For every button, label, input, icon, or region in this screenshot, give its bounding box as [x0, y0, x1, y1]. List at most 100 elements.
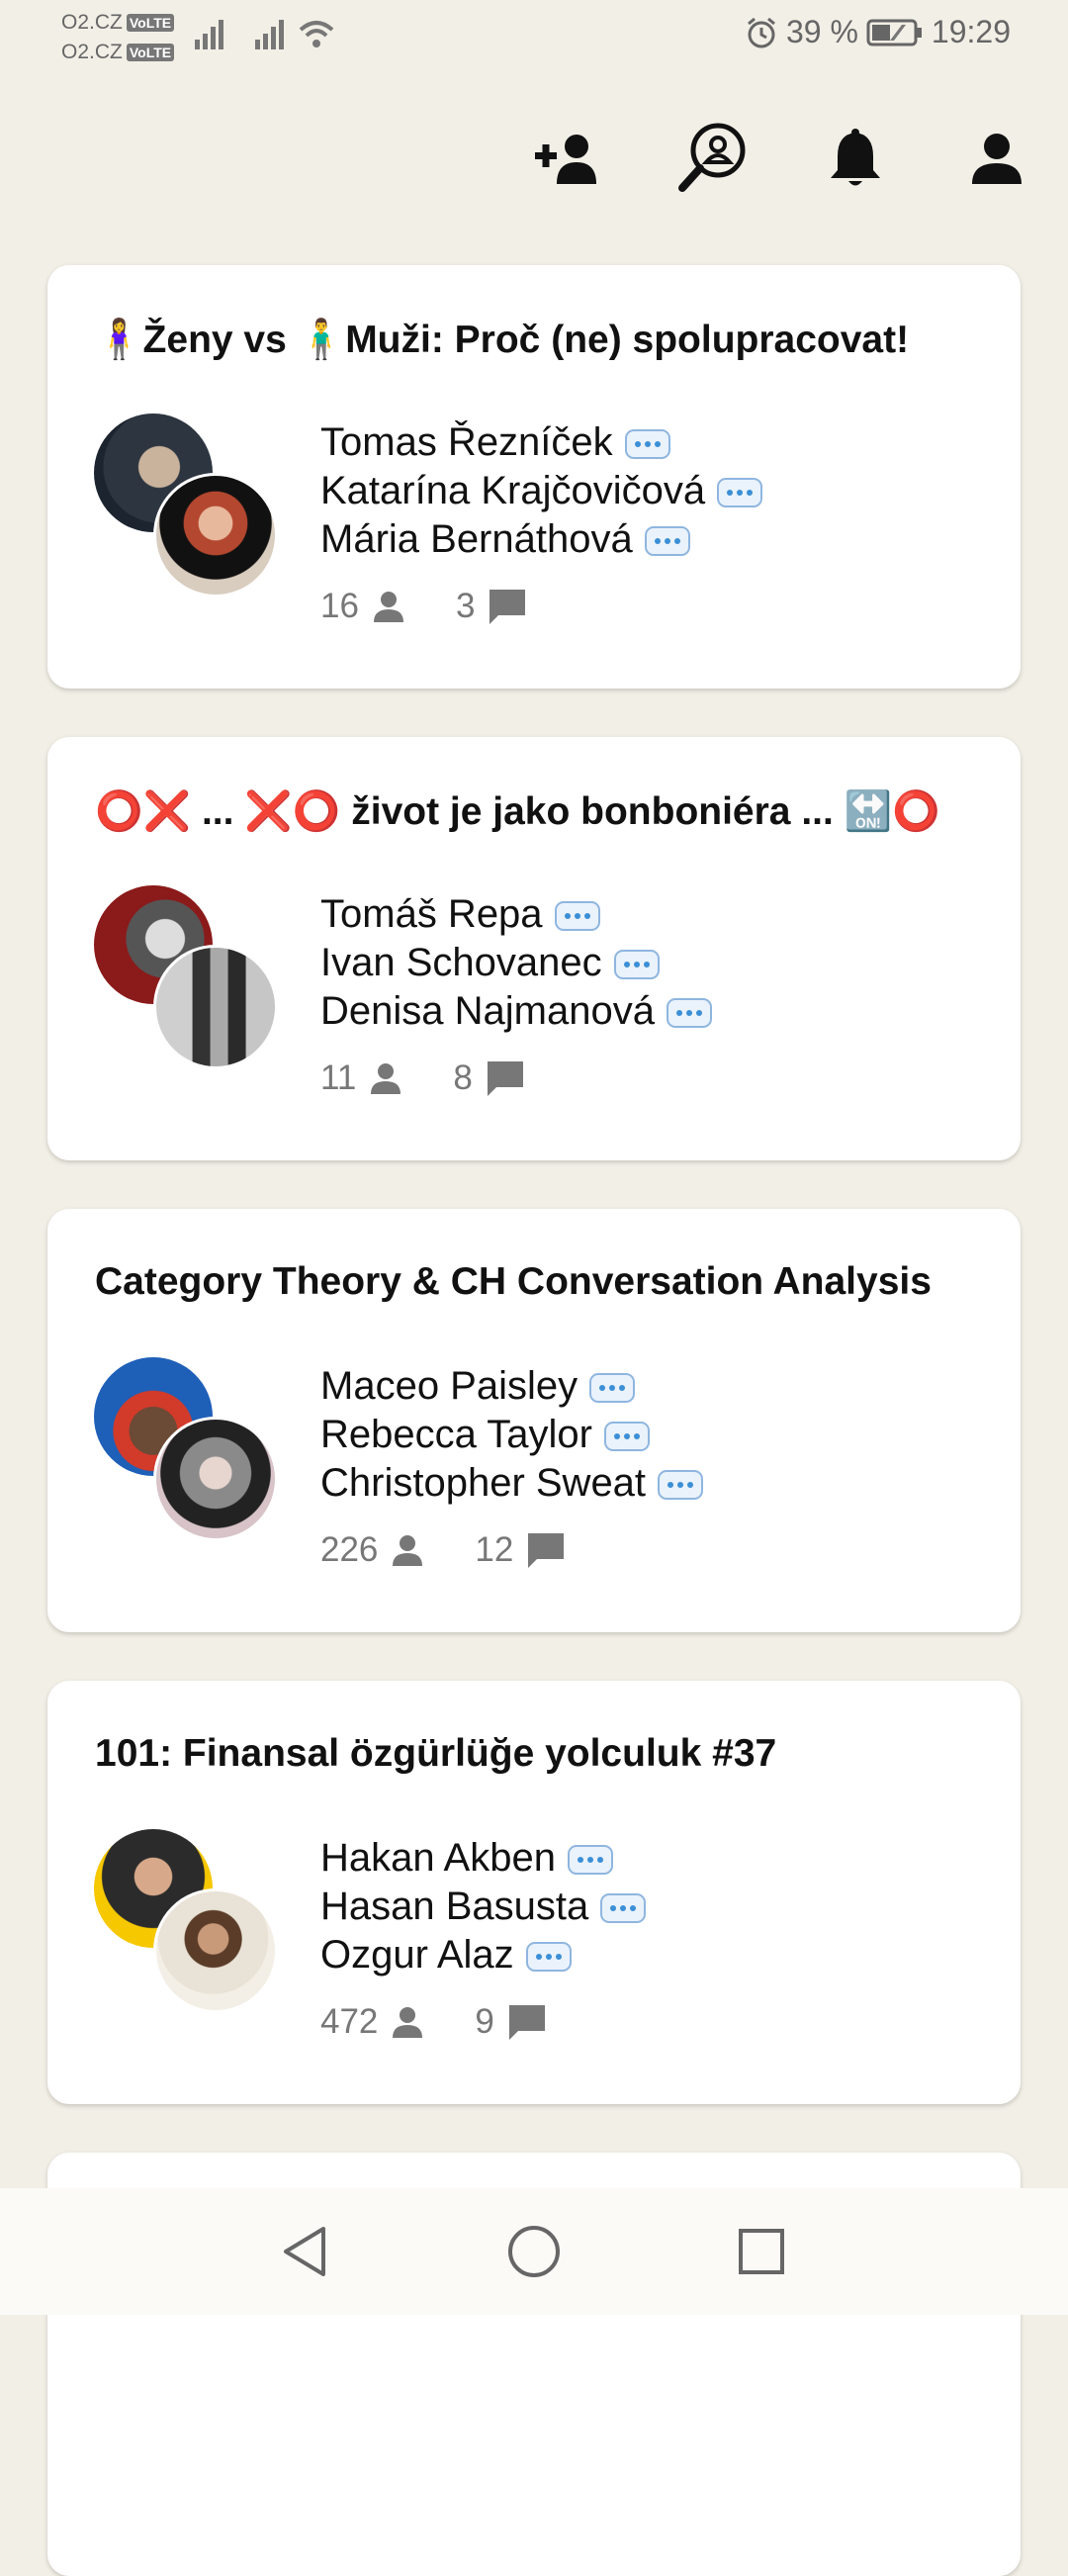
speech-bubble-icon: [589, 1370, 636, 1404]
speaker-name-row: Denisa Najmanová: [320, 987, 712, 1036]
speaker-name-row: Hasan Basusta: [320, 1883, 647, 1931]
notifications-button[interactable]: [816, 119, 895, 198]
speaker-list: Maceo Paisley Rebecca Taylor Christopher…: [320, 1362, 704, 1508]
profile-button[interactable]: [957, 119, 1036, 198]
room-title: 🧍‍♀️Ženy vs 🧍‍♂️Muži: Proč (ne) spolupra…: [95, 319, 910, 361]
comment-count: 3: [455, 587, 476, 625]
speaker-name: Maceo Paisley: [320, 1364, 578, 1408]
bell-icon: [831, 129, 880, 186]
speaker-name: Ozgur Alaz: [320, 1933, 514, 1977]
room-stats: 472 9: [320, 2002, 597, 2042]
speech-bubble-icon: [554, 898, 600, 932]
speaker-avatars: [94, 414, 282, 601]
carrier-1: O2.CZ: [61, 11, 123, 34]
person-icon: [373, 592, 403, 622]
speech-bubble-icon: [600, 1890, 647, 1924]
speaker-name-row: Katarína Krajčovičová: [320, 467, 763, 515]
recents-square-icon: [739, 2229, 784, 2274]
speaker-name: Denisa Najmanová: [320, 989, 655, 1033]
speaker-name-row: Tomáš Repa: [320, 890, 712, 939]
chat-icon: [487, 1061, 523, 1096]
speaker-name: Tomáš Repa: [320, 892, 543, 936]
chat-icon: [528, 1533, 565, 1568]
room-card[interactable]: 101: Finansal özgürlüğe yolculuk #37 Hak…: [47, 1681, 1021, 2104]
room-title: Category Theory & CH Conversation Analys…: [95, 1260, 932, 1303]
speech-bubble-icon: [603, 1419, 650, 1452]
speaker-name-row: Mária Bernáthová: [320, 515, 762, 564]
person-icon: [371, 1063, 401, 1094]
invite-button[interactable]: [529, 119, 608, 198]
speaker-name: Tomas Řezníček: [320, 420, 613, 464]
comment-count: 9: [475, 2002, 494, 2041]
speaker-name-row: Christopher Sweat: [320, 1459, 704, 1508]
listener-count: 226: [320, 1530, 379, 1569]
add-person-icon: [535, 135, 596, 184]
speech-bubble-icon: [525, 1939, 572, 1973]
back-button[interactable]: [275, 2222, 334, 2281]
back-triangle-icon: [284, 2227, 325, 2276]
speech-bubble-icon: [658, 1467, 704, 1501]
comment-count: 12: [475, 1530, 514, 1569]
chat-icon: [490, 590, 526, 624]
speaker-list: Tomas Řezníček Katarína Krajčovičová Már…: [320, 418, 763, 564]
signal-icon: [195, 20, 223, 49]
speaker-name: Hakan Akben: [320, 1836, 556, 1880]
speaker-name: Ivan Schovanec: [320, 941, 602, 984]
wifi-icon: [299, 21, 334, 47]
clock: 19:29: [931, 14, 1011, 49]
room-title: 101: Finansal özgürlüğe yolculuk #37: [95, 1732, 777, 1775]
speech-bubble-icon: [666, 995, 712, 1029]
avatar: [153, 945, 278, 1069]
speaker-avatars: [94, 885, 282, 1073]
recents-button[interactable]: [732, 2222, 791, 2281]
listener-count: 11: [320, 1058, 357, 1097]
speaker-name-row: Maceo Paisley: [320, 1362, 703, 1411]
speech-bubble-icon: [613, 947, 660, 980]
speech-bubble-icon: [624, 426, 670, 460]
room-title: ⭕❌ ... ❌⭕ život je jako bonboniéra ... 🔛…: [95, 790, 940, 833]
speaker-list: Hakan Akben Hasan Basusta Ozgur Alaz: [320, 1834, 647, 1979]
speaker-name-row: Tomas Řezníček: [320, 418, 762, 467]
speaker-name: Hasan Basusta: [320, 1885, 589, 1928]
room-card[interactable]: Category Theory & CH Conversation Analys…: [47, 1209, 1021, 1632]
status-bar: O2.CZ VoLTE O2.CZ VoLTE 39 % 19:29: [0, 0, 1068, 69]
speaker-list: Tomáš Repa Ivan Schovanec Denisa Najmano…: [320, 890, 712, 1036]
speaker-name-row: Rebecca Taylor: [320, 1411, 703, 1459]
room-card[interactable]: 🧍‍♀️Ženy vs 🧍‍♂️Muži: Proč (ne) spolupra…: [47, 265, 1021, 689]
speaker-name-row: Hakan Akben: [320, 1834, 646, 1883]
explore-people-button[interactable]: [672, 119, 752, 198]
signal-icon: [255, 20, 284, 49]
system-nav-bar: [0, 2188, 1068, 2315]
battery-icon: [866, 19, 922, 46]
speaker-avatars: [94, 1357, 282, 1545]
speaker-name-row: Ivan Schovanec: [320, 939, 712, 987]
carrier-info: O2.CZ VoLTE O2.CZ VoLTE: [61, 8, 175, 67]
search-people-icon: [678, 123, 746, 192]
home-circle-icon: [508, 2226, 560, 2277]
speech-bubble-icon: [644, 523, 690, 557]
speaker-name-row: Ozgur Alaz: [320, 1931, 646, 1979]
home-button[interactable]: [504, 2222, 564, 2281]
avatar: [153, 473, 278, 598]
battery-percent: 39 %: [785, 14, 858, 49]
chat-icon: [508, 2005, 545, 2040]
volte-badge: VoLTE: [126, 14, 175, 32]
room-card[interactable]: ⭕❌ ... ❌⭕ život je jako bonboniéra ... 🔛…: [47, 737, 1021, 1160]
speech-bubble-icon: [567, 1842, 613, 1876]
carrier-2: O2.CZ: [61, 41, 123, 63]
speaker-avatars: [94, 1829, 282, 2017]
avatar: [153, 1417, 278, 1541]
speaker-name: Rebecca Taylor: [320, 1413, 592, 1456]
speech-bubble-icon: [717, 475, 763, 508]
room-stats: 11 8: [320, 1058, 576, 1098]
profile-icon: [972, 134, 1022, 184]
alarm-icon: [748, 17, 775, 47]
speaker-name: Mária Bernáthová: [320, 517, 633, 561]
person-icon: [393, 1535, 423, 1566]
listener-count: 472: [320, 2002, 379, 2041]
listener-count: 16: [320, 587, 359, 625]
speaker-name: Christopher Sweat: [320, 1461, 647, 1505]
avatar: [153, 1888, 278, 2013]
comment-count: 8: [453, 1058, 473, 1097]
volte-badge: VoLTE: [126, 44, 175, 61]
